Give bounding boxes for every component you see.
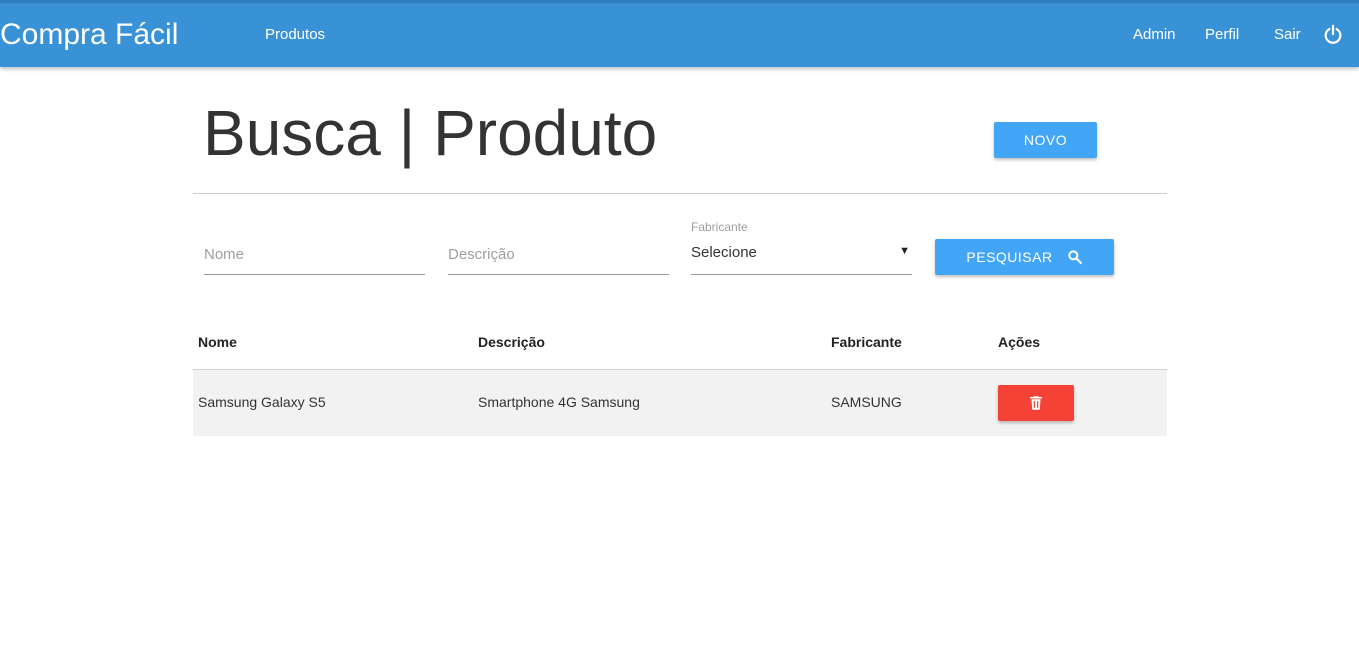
nav-link-logout[interactable]: Sair bbox=[1274, 25, 1301, 45]
search-icon bbox=[1067, 250, 1082, 265]
description-input[interactable] bbox=[448, 232, 669, 272]
cell-name: Samsung Galaxy S5 bbox=[198, 394, 326, 410]
chevron-down-icon: ▼ bbox=[899, 245, 910, 257]
trash-icon bbox=[1030, 396, 1042, 410]
nav-link-admin[interactable]: Admin bbox=[1133, 25, 1176, 45]
description-field bbox=[448, 232, 669, 275]
brand-logo[interactable]: Compra Fácil bbox=[0, 17, 178, 53]
column-header-description: Descrição bbox=[478, 334, 545, 350]
table-header: Nome Descrição Fabricante Ações bbox=[193, 320, 1167, 370]
column-header-name: Nome bbox=[198, 334, 237, 350]
search-button[interactable]: PESQUISAR bbox=[935, 239, 1114, 275]
name-input[interactable] bbox=[204, 232, 425, 272]
delete-button[interactable] bbox=[998, 385, 1074, 421]
page-title: Busca | Produto bbox=[203, 97, 658, 169]
column-header-manufacturer: Fabricante bbox=[831, 334, 902, 350]
nav-link-profile[interactable]: Perfil bbox=[1205, 25, 1239, 45]
cell-manufacturer: SAMSUNG bbox=[831, 394, 902, 410]
navbar: Compra Fácil Produtos Admin Perfil Sair bbox=[0, 3, 1359, 67]
cell-description: Smartphone 4G Samsung bbox=[478, 394, 640, 410]
column-header-actions: Ações bbox=[998, 334, 1041, 350]
products-table: Nome Descrição Fabricante Ações Samsung … bbox=[193, 320, 1167, 436]
power-icon[interactable] bbox=[1322, 24, 1344, 46]
search-button-label: PESQUISAR bbox=[966, 249, 1053, 265]
manufacturer-select[interactable]: Selecione ▼ bbox=[691, 238, 912, 275]
nav-link-products[interactable]: Produtos bbox=[265, 25, 325, 45]
new-product-button[interactable]: NOVO bbox=[994, 122, 1097, 158]
table-row: Samsung Galaxy S5 Smartphone 4G Samsung … bbox=[193, 370, 1167, 436]
manufacturer-selected-value: Selecione bbox=[691, 244, 757, 261]
name-field bbox=[204, 232, 425, 275]
manufacturer-label: Fabricante bbox=[691, 220, 748, 234]
header-divider bbox=[193, 193, 1167, 194]
